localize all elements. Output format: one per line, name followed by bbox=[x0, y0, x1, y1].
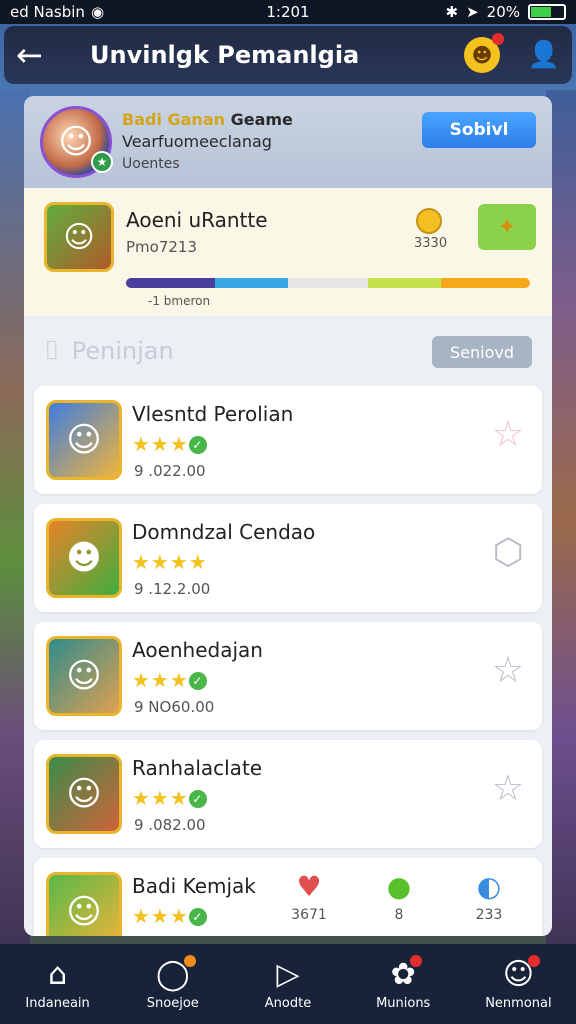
tab-home[interactable]: ⌂ Indaneain bbox=[0, 944, 115, 1024]
hero-name: Aoenhedajan bbox=[132, 638, 263, 662]
reward-value: 8 bbox=[394, 907, 404, 923]
hero-value: 9 .12.2.00 bbox=[134, 580, 211, 598]
list-item[interactable]: ☺ Ranhalaclate ★★★ ✓ 9 .082.00 ☆ bbox=[34, 740, 542, 848]
favorite-star-icon[interactable]: ☆ bbox=[492, 768, 524, 809]
home-icon: ⌂ bbox=[48, 957, 68, 992]
list-item[interactable]: ☻ Domndzal Cendao ★★★★ 9 .12.2.00 ⬡ bbox=[34, 504, 542, 612]
profile-line2: Uoentes bbox=[122, 156, 180, 172]
wifi-icon: ◉ bbox=[90, 3, 105, 21]
flower-icon: ✿ bbox=[391, 955, 422, 992]
reward-value: 233 bbox=[475, 907, 503, 923]
favorite-star-icon[interactable]: ☆ bbox=[492, 650, 524, 691]
reward-value: 3671 bbox=[291, 907, 327, 923]
profile-action-button[interactable]: Sobivl bbox=[422, 112, 536, 148]
star-rating: ★★★ ✓ bbox=[132, 668, 207, 692]
upgrade-button[interactable]: ✦ bbox=[478, 204, 536, 250]
heart-icon: ♥ bbox=[296, 870, 322, 903]
profile-line1: Vearfuomeeclanag bbox=[122, 132, 272, 151]
hero-thumb: ☺ bbox=[46, 636, 122, 716]
current-hero-card: ☺ Aoeni uRantte Pmo7213 3330 ✦ -1 bmeron bbox=[24, 188, 552, 316]
tab-chat[interactable]: ◯ Snoejoe bbox=[115, 944, 230, 1024]
play-icon: ▷ bbox=[276, 957, 300, 992]
hero-thumb: ☺ bbox=[46, 872, 122, 936]
progress-bar bbox=[126, 278, 530, 288]
profile-icon: ☺ bbox=[503, 955, 541, 992]
hero-list: ☺ Vlesntd Perolian ★★★ ✓ 9 .022.00 ☆ ☻ Do… bbox=[24, 386, 552, 936]
star-rating: ★★★ ✓ bbox=[132, 904, 207, 928]
app-header: ← Unvinlgk Pemanlgia ☻ 👤 bbox=[4, 26, 572, 84]
hero-name: Domndzal Cendao bbox=[132, 520, 316, 544]
location-icon: ➤ bbox=[466, 3, 479, 21]
profile-name-prefix: Badi Ganan bbox=[122, 110, 226, 129]
section-button[interactable]: Seniovd bbox=[432, 336, 532, 368]
star-rating: ★★★ ✓ bbox=[132, 432, 207, 456]
list-item[interactable]: ☺ Badi Kemjak ★★★ ✓ ♥ 3671 ● 8 ◐ 233 bbox=[34, 858, 542, 936]
progress-label: -1 bmeron bbox=[148, 294, 211, 308]
tab-label: Snoejoe bbox=[146, 996, 199, 1011]
hero-thumb: ☻ bbox=[46, 518, 122, 598]
page-title: Unvinlgk Pemanlgia bbox=[90, 41, 360, 69]
current-hero-name: Aoeni uRantte bbox=[126, 208, 268, 232]
main-panel: ☺ ★ Badi Ganan Geame Vearfuomeeclanag Uo… bbox=[24, 96, 552, 936]
tab-play[interactable]: ▷ Anodte bbox=[230, 944, 345, 1024]
reward-item[interactable]: ♥ 3671 bbox=[274, 870, 344, 923]
back-arrow-icon[interactable]: ← bbox=[16, 36, 60, 74]
battery-icon bbox=[528, 4, 566, 20]
level-badge-icon: ★ bbox=[91, 151, 113, 173]
carrier-text: ed Nasbin bbox=[10, 3, 85, 21]
current-hero-thumb[interactable]: ☺ bbox=[44, 202, 114, 272]
star-rating: ★★★★ bbox=[132, 550, 208, 574]
reward-item[interactable]: ● 8 bbox=[364, 870, 434, 923]
list-item[interactable]: ☺ Aoenhedajan ★★★ ✓ 9 NO60.00 ☆ bbox=[34, 622, 542, 730]
hero-value: 9 .022.00 bbox=[134, 462, 206, 480]
star-rating: ★★★ ✓ bbox=[132, 786, 207, 810]
tab-label: Indaneain bbox=[25, 996, 90, 1011]
hero-thumb: ☺ bbox=[46, 754, 122, 834]
tab-label: Anodte bbox=[264, 996, 312, 1011]
hero-value: 9 NO60.00 bbox=[134, 698, 215, 716]
hero-name: Ranhalaclate bbox=[132, 756, 263, 780]
notification-dot bbox=[492, 33, 504, 45]
hero-name: Badi Kemjak bbox=[132, 874, 256, 898]
list-item[interactable]: ☺ Vlesntd Perolian ★★★ ✓ 9 .022.00 ☆ bbox=[34, 386, 542, 494]
bottom-tab-bar: ⌂ Indaneain ◯ Snoejoe ▷ Anodte ✿ Munions… bbox=[0, 944, 576, 1024]
bluetooth-icon: ✱ bbox=[445, 3, 459, 21]
chat-icon: ◯ bbox=[156, 955, 196, 992]
coin-value: 3330 bbox=[414, 236, 448, 251]
coin-icon bbox=[416, 208, 442, 234]
profile-name-suffix: Geame bbox=[230, 110, 293, 129]
battery-percent: 20% bbox=[486, 3, 520, 21]
section-header: ⌷ Peninjan Seniovd bbox=[24, 316, 552, 386]
pin-icon: ● bbox=[386, 870, 412, 903]
emblem-icon[interactable]: ☻ bbox=[464, 33, 504, 73]
list-icon: ⌷ bbox=[44, 335, 60, 366]
status-bar: ed Nasbin ◉ 1:201 ✱ ➤ 20% bbox=[0, 0, 576, 24]
favorite-star-icon[interactable]: ☆ bbox=[492, 414, 524, 455]
hero-name: Vlesntd Perolian bbox=[132, 402, 294, 426]
tab-label: Nenmonal bbox=[485, 996, 552, 1011]
hero-value: 9 .082.00 bbox=[134, 816, 206, 834]
hero-thumb: ☺ bbox=[46, 400, 122, 480]
tab-label: Munions bbox=[376, 996, 431, 1011]
profile-card: ☺ ★ Badi Ganan Geame Vearfuomeeclanag Uo… bbox=[24, 96, 552, 188]
cube-icon[interactable]: ⬡ bbox=[493, 532, 524, 573]
avatar[interactable]: ☺ ★ bbox=[40, 106, 113, 178]
reward-item[interactable]: ◐ 233 bbox=[454, 870, 524, 923]
section-title: Peninjan bbox=[71, 337, 174, 365]
user-icon[interactable]: 👤 bbox=[528, 39, 560, 71]
group-icon: ◐ bbox=[476, 870, 502, 903]
tab-profile[interactable]: ☺ Nenmonal bbox=[461, 944, 576, 1024]
current-hero-sub: Pmo7213 bbox=[126, 238, 198, 256]
tab-minions[interactable]: ✿ Munions bbox=[346, 944, 461, 1024]
